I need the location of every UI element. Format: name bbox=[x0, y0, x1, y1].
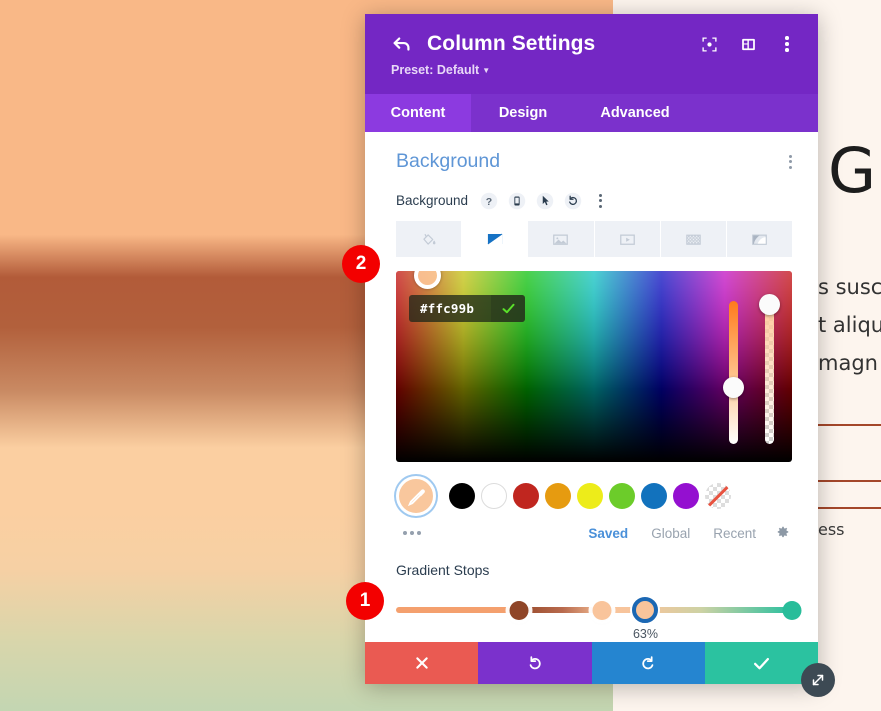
field-label: Background bbox=[396, 193, 469, 208]
alpha-slider[interactable] bbox=[759, 294, 780, 444]
page-paragraph-line: magn bbox=[818, 351, 878, 375]
more-dots-icon[interactable] bbox=[403, 531, 421, 535]
tab-advanced[interactable]: Advanced bbox=[575, 94, 695, 132]
reset-undo-icon[interactable] bbox=[563, 191, 582, 210]
modal-tabs: Content Design Advanced bbox=[365, 94, 818, 132]
hue-slider[interactable] bbox=[723, 301, 744, 444]
swatch-purple[interactable] bbox=[673, 483, 699, 509]
swatch-transparent[interactable] bbox=[705, 483, 731, 509]
step-badge-2: 2 bbox=[342, 245, 380, 283]
field-label-row: Background ? bbox=[396, 191, 792, 210]
palette-tab-recent[interactable]: Recent bbox=[713, 526, 756, 541]
gradient-stop-percent-label: 63% bbox=[632, 627, 658, 641]
undo-button[interactable] bbox=[478, 642, 592, 684]
page-title: Column Settings bbox=[427, 32, 596, 55]
redo-button[interactable] bbox=[591, 642, 705, 684]
gradient-stop-3-selected[interactable] bbox=[632, 597, 659, 623]
swatch-yellow[interactable] bbox=[577, 483, 603, 509]
gradient-stops-label: Gradient Stops bbox=[396, 562, 490, 578]
palette-tab-saved[interactable]: Saved bbox=[588, 526, 628, 541]
step-badge-1: 1 bbox=[346, 582, 384, 620]
modal-body: Background Background ? #ffc99b Saved Gl… bbox=[365, 132, 818, 642]
chevron-down-icon: ▼ bbox=[482, 66, 491, 76]
gradient-stop-1[interactable] bbox=[509, 601, 529, 620]
swatch-blue[interactable] bbox=[641, 483, 667, 509]
screen: G s susc t aliqu magn ess Column Setting… bbox=[0, 0, 881, 711]
gradient-stop-4[interactable] bbox=[782, 601, 802, 620]
help-icon[interactable]: ? bbox=[479, 191, 498, 210]
bg-type-image[interactable] bbox=[528, 221, 595, 257]
modal-footer bbox=[365, 642, 818, 684]
swatch-green[interactable] bbox=[609, 483, 635, 509]
hover-cursor-icon[interactable] bbox=[535, 191, 554, 210]
hex-input[interactable] bbox=[409, 295, 491, 322]
kebab-menu-icon[interactable] bbox=[774, 31, 800, 57]
eyedropper-icon[interactable] bbox=[396, 476, 436, 516]
page-paragraph: s susc t aliqu magn bbox=[818, 268, 881, 382]
palette-tabs: Saved Global Recent bbox=[588, 524, 792, 543]
gear-icon[interactable] bbox=[773, 524, 792, 543]
gradient-stop-2[interactable] bbox=[592, 601, 612, 620]
page-text-fragment: ess bbox=[818, 520, 845, 539]
page-divider bbox=[818, 480, 881, 482]
responsive-mobile-icon[interactable] bbox=[507, 191, 526, 210]
page-divider bbox=[818, 507, 881, 509]
layout-columns-icon[interactable] bbox=[735, 31, 761, 57]
gradient-stops-slider[interactable]: 63% bbox=[396, 597, 802, 642]
swatch-white[interactable] bbox=[481, 483, 507, 509]
focus-target-icon[interactable] bbox=[696, 31, 722, 57]
page-paragraph-line: t aliqu bbox=[818, 313, 881, 337]
swatch-orange[interactable] bbox=[545, 483, 571, 509]
section-title: Background bbox=[396, 150, 501, 172]
modal-header-top-row: Column Settings bbox=[391, 28, 800, 60]
cancel-button[interactable] bbox=[365, 642, 479, 684]
bg-type-gradient[interactable] bbox=[462, 221, 529, 257]
preset-selector[interactable]: Preset: Default ▼ bbox=[391, 63, 490, 77]
preset-label: Preset: Default bbox=[391, 63, 480, 77]
page-heading-letter: G bbox=[828, 134, 877, 207]
picker-cursor-handle[interactable] bbox=[414, 271, 441, 289]
color-picker-saturation-panel[interactable] bbox=[396, 271, 792, 462]
bg-type-pattern[interactable] bbox=[661, 221, 727, 257]
section-header: Background bbox=[396, 150, 792, 173]
swatch-black[interactable] bbox=[449, 483, 475, 509]
page-divider bbox=[818, 424, 881, 426]
background-type-tabs bbox=[396, 221, 792, 257]
bg-type-mask[interactable] bbox=[727, 221, 792, 257]
bg-type-video[interactable] bbox=[595, 221, 661, 257]
svg-text:?: ? bbox=[485, 195, 491, 207]
resize-diagonal-icon[interactable] bbox=[801, 663, 835, 697]
hex-input-group bbox=[409, 295, 525, 322]
swatch-red[interactable] bbox=[513, 483, 539, 509]
hex-confirm-checkmark-icon[interactable] bbox=[491, 295, 525, 322]
hue-slider-knob[interactable] bbox=[723, 377, 744, 398]
tab-design[interactable]: Design bbox=[471, 94, 575, 132]
column-settings-modal: Column Settings Preset: Default ▼ Conten… bbox=[365, 14, 818, 684]
tab-content[interactable]: Content bbox=[365, 94, 471, 132]
swatch-meta-row: Saved Global Recent bbox=[396, 520, 792, 546]
modal-header: Column Settings Preset: Default ▼ bbox=[365, 14, 818, 94]
alpha-slider-knob[interactable] bbox=[759, 294, 780, 315]
palette-tab-global[interactable]: Global bbox=[651, 526, 690, 541]
bg-type-color-fill[interactable] bbox=[396, 221, 463, 257]
page-paragraph-line: s susc bbox=[818, 275, 881, 299]
back-arrow-icon[interactable] bbox=[391, 33, 413, 55]
kebab-menu-icon[interactable] bbox=[788, 154, 792, 169]
kebab-menu-icon[interactable] bbox=[591, 191, 610, 210]
color-swatch-row bbox=[396, 476, 792, 516]
